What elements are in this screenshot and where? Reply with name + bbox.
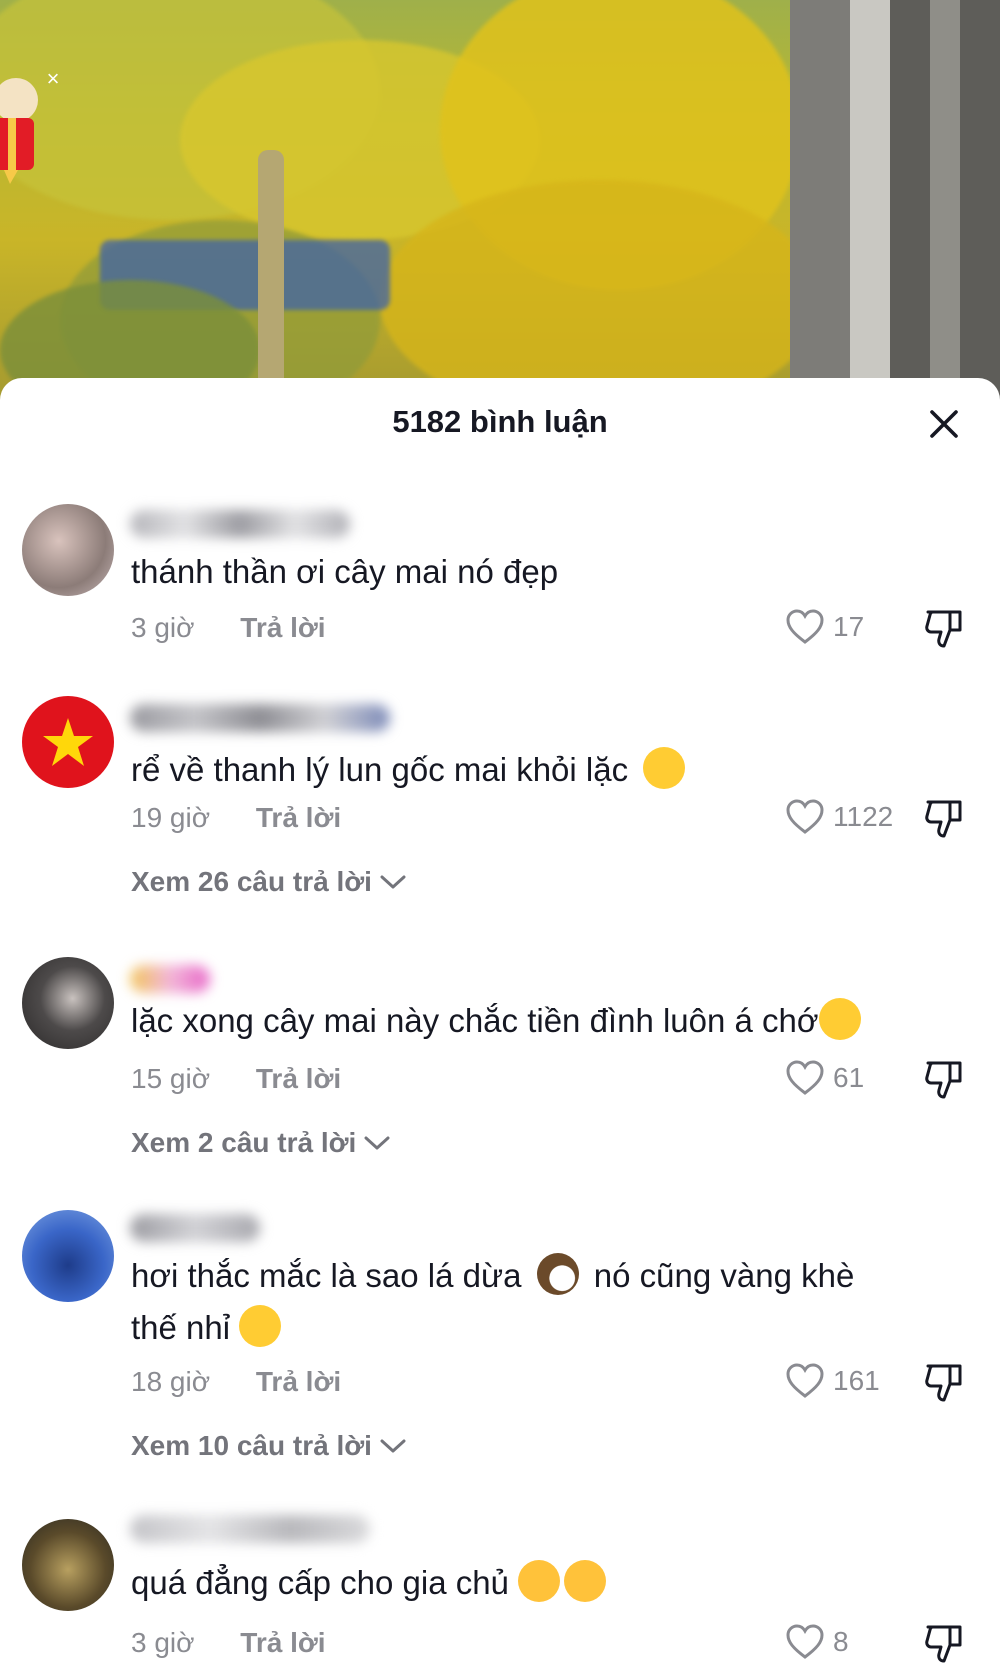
reply-button[interactable]: Trả lời bbox=[256, 802, 341, 834]
like-button[interactable]: 8 bbox=[785, 1623, 849, 1661]
heart-outline-icon bbox=[786, 1624, 824, 1659]
close-icon[interactable]: × bbox=[42, 68, 64, 90]
thumbs-down-icon[interactable] bbox=[922, 796, 966, 840]
comment-text-content: quá đẳng cấp cho gia chủ bbox=[131, 1564, 509, 1601]
view-replies-button[interactable]: Xem 10 câu trả lời bbox=[131, 1430, 408, 1462]
comment-text-content: rể về thanh lý lun gốc mai khỏi lặc bbox=[131, 751, 629, 788]
gift-icon[interactable] bbox=[0, 66, 48, 196]
username[interactable] bbox=[130, 1515, 370, 1543]
comment-time: 18 giờ bbox=[131, 1366, 211, 1397]
username[interactable] bbox=[130, 1214, 260, 1242]
thumbs-down-icon[interactable] bbox=[922, 606, 966, 650]
comment-text: quá đẳng cấp cho gia chủ bbox=[131, 1557, 951, 1609]
smiling-hearts-emoji bbox=[518, 1560, 561, 1602]
username[interactable] bbox=[130, 510, 350, 538]
avatar[interactable] bbox=[22, 1210, 114, 1302]
like-button[interactable]: 161 bbox=[785, 1362, 880, 1400]
comment-text-line1b: nó cũng vàng khè bbox=[593, 1257, 855, 1294]
comment-text: thánh thần ơi cây mai nó đẹp bbox=[131, 553, 559, 590]
view-replies-label: Xem 26 câu trả lời bbox=[131, 866, 372, 897]
like-count: 8 bbox=[833, 1626, 849, 1657]
chevron-down-icon bbox=[380, 1439, 406, 1453]
view-replies-button[interactable]: Xem 26 câu trả lời bbox=[131, 866, 408, 898]
thumbs-down-icon[interactable] bbox=[922, 1057, 966, 1101]
comment-text: hơi thắc mắc là sao lá dừa nó cũng vàng … bbox=[131, 1250, 951, 1354]
comment-meta: 19 giờ Trả lời bbox=[131, 802, 341, 834]
comment-text-line2: thế nhỉ bbox=[131, 1309, 231, 1346]
avatar[interactable] bbox=[22, 957, 114, 1049]
laughing-tears-emoji bbox=[818, 998, 861, 1040]
like-count: 1122 bbox=[833, 801, 894, 832]
comment-time: 3 giờ bbox=[131, 1627, 195, 1658]
comment-text-line1: hơi thắc mắc là sao lá dừa bbox=[131, 1257, 522, 1294]
heart-outline-icon bbox=[786, 1060, 824, 1095]
reply-button[interactable]: Trả lời bbox=[240, 1627, 325, 1659]
chevron-down-icon bbox=[380, 875, 406, 889]
comment-meta: 15 giờ Trả lời bbox=[131, 1063, 341, 1095]
comment-meta: 3 giờ Trả lời bbox=[131, 612, 326, 644]
comment-time: 3 giờ bbox=[131, 612, 195, 643]
reply-button[interactable]: Trả lời bbox=[256, 1063, 341, 1095]
coconut-emoji bbox=[536, 1253, 579, 1295]
vietnam-flag-icon bbox=[43, 718, 93, 766]
comment-count-title: 5182 bình luận bbox=[392, 404, 608, 439]
comment-time: 19 giờ bbox=[131, 802, 211, 833]
grinning-sweat-emoji bbox=[239, 1305, 282, 1347]
comment-text: lặc xong cây mai này chắc tiền đình luôn… bbox=[131, 995, 971, 1047]
thumbs-down-icon[interactable] bbox=[922, 1621, 966, 1665]
like-count: 17 bbox=[833, 611, 865, 642]
close-icon[interactable] bbox=[926, 406, 962, 442]
heart-outline-icon bbox=[786, 609, 824, 644]
heart-outline-icon bbox=[786, 799, 824, 834]
like-count: 61 bbox=[833, 1062, 865, 1093]
view-replies-label: Xem 10 câu trả lời bbox=[131, 1430, 372, 1461]
avatar[interactable] bbox=[22, 696, 114, 788]
view-replies-button[interactable]: Xem 2 câu trả lời bbox=[131, 1127, 392, 1159]
reply-button[interactable]: Trả lời bbox=[256, 1366, 341, 1398]
thumbs-down-icon[interactable] bbox=[922, 1360, 966, 1404]
username[interactable] bbox=[130, 965, 210, 993]
sheet-header: 5182 bình luận bbox=[0, 378, 1000, 468]
reply-button[interactable]: Trả lời bbox=[240, 612, 325, 644]
comment-text: rể về thanh lý lun gốc mai khỏi lặc bbox=[131, 744, 951, 796]
like-button[interactable]: 17 bbox=[785, 608, 864, 646]
heart-outline-icon bbox=[786, 1363, 824, 1398]
like-button[interactable]: 61 bbox=[785, 1059, 864, 1097]
like-count: 161 bbox=[833, 1365, 880, 1396]
laughing-tears-emoji bbox=[643, 747, 686, 789]
comment-meta: 18 giờ Trả lời bbox=[131, 1366, 341, 1398]
avatar[interactable] bbox=[22, 504, 114, 596]
avatar[interactable] bbox=[22, 1519, 114, 1611]
username[interactable] bbox=[130, 704, 390, 732]
comment-meta: 3 giờ Trả lời bbox=[131, 1627, 326, 1659]
comment-text-content: lặc xong cây mai này chắc tiền đình luôn… bbox=[131, 1002, 819, 1039]
smiling-hearts-emoji bbox=[564, 1560, 607, 1602]
like-button[interactable]: 1122 bbox=[785, 798, 893, 836]
view-replies-label: Xem 2 câu trả lời bbox=[131, 1127, 357, 1158]
video-background: × bbox=[0, 0, 1000, 400]
comment-time: 15 giờ bbox=[131, 1063, 211, 1094]
chevron-down-icon bbox=[364, 1136, 390, 1150]
